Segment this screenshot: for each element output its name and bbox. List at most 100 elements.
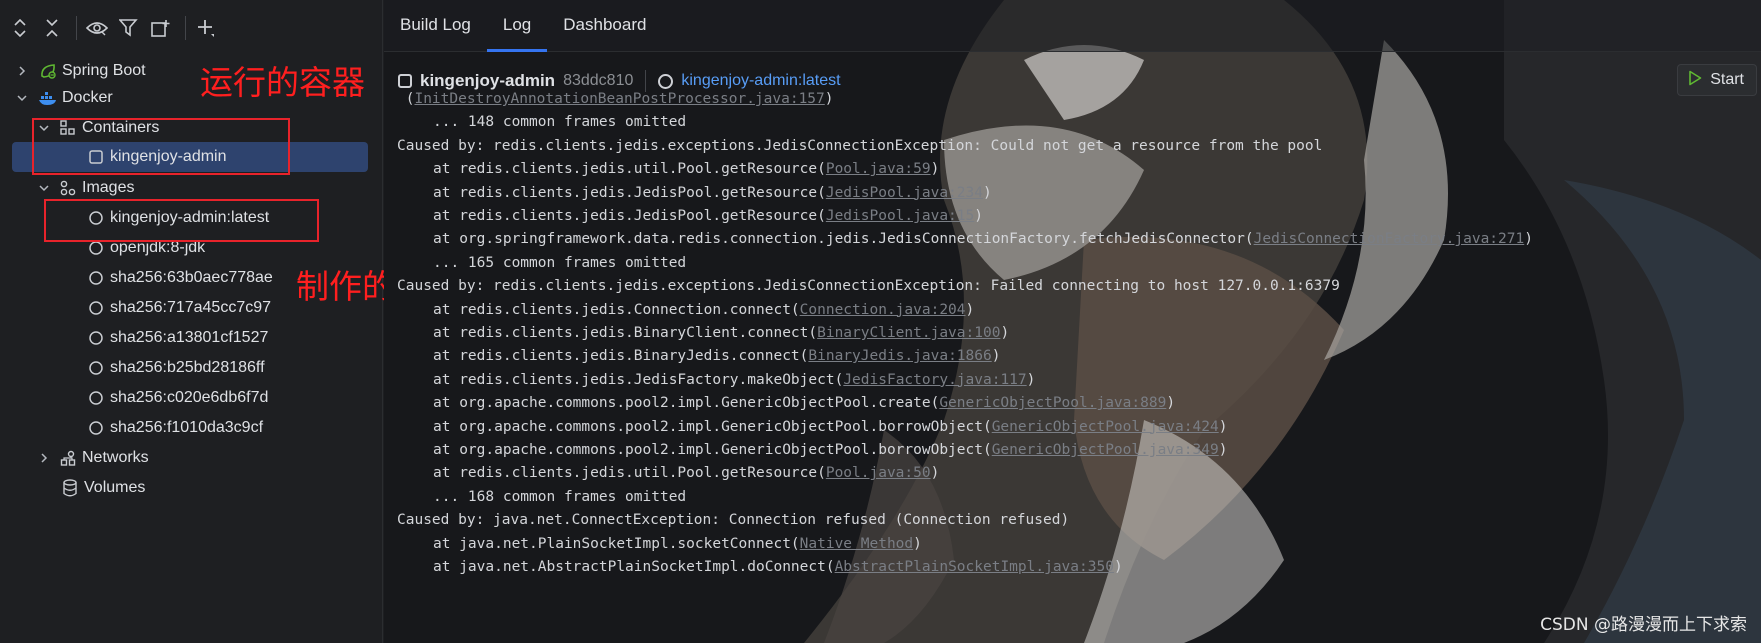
source-link[interactable]: AbstractPlainSocketImpl.java:350 bbox=[835, 559, 1114, 575]
log-panel: Build Log Log Dashboard kingenjoy-admin … bbox=[384, 0, 1761, 643]
volumes-icon bbox=[60, 478, 80, 498]
source-link[interactable]: InitDestroyAnnotationBeanPostProcessor.j… bbox=[414, 91, 824, 107]
tab-build-log[interactable]: Build Log bbox=[384, 0, 487, 51]
source-link[interactable]: BinaryClient.java:100 bbox=[817, 325, 1000, 341]
image-circle-icon bbox=[86, 328, 106, 348]
log-line: at java.net.PlainSocketImpl.socketConnec… bbox=[397, 533, 922, 555]
log-line-text: Caused by: redis.clients.jedis.exception… bbox=[397, 137, 1323, 154]
annotation-running-container: 运行的容器 bbox=[200, 63, 365, 102]
log-line: at java.net.AbstractPlainSocketImpl.doCo… bbox=[397, 556, 1123, 578]
log-line: ... 165 common frames omitted bbox=[397, 252, 686, 274]
log-line-text: Caused by: redis.clients.jedis.exception… bbox=[397, 278, 1340, 295]
eye-icon[interactable] bbox=[83, 14, 111, 42]
new-window-icon[interactable] bbox=[147, 14, 175, 42]
tree-item-volumes[interactable]: Volumes bbox=[34, 473, 368, 503]
chevron-right-icon[interactable] bbox=[12, 61, 32, 81]
log-line-text: at org.apache.commons.pool2.impl.Generic… bbox=[433, 418, 992, 435]
log-line-text: ) bbox=[930, 161, 940, 178]
source-link[interactable]: JedisConnectionFactory.java:271 bbox=[1254, 231, 1525, 247]
log-line-text: ... 148 common frames omitted bbox=[433, 114, 687, 131]
log-line-text: at redis.clients.jedis.JedisPool.getReso… bbox=[433, 208, 826, 224]
log-line-text: ... 168 common frames omitted bbox=[433, 488, 687, 505]
start-button[interactable]: Start bbox=[1677, 64, 1757, 96]
log-line: at redis.clients.jedis.BinaryJedis.conne… bbox=[397, 345, 1000, 367]
tree-item-label: sha256:f1010da3c9cf bbox=[110, 419, 264, 436]
log-line: at redis.clients.jedis.util.Pool.getReso… bbox=[397, 158, 939, 180]
source-link[interactable]: Pool.java:50 bbox=[826, 465, 931, 481]
image-circle-icon bbox=[86, 388, 106, 408]
annotation-box-containers bbox=[32, 118, 290, 175]
tree-item-image[interactable]: sha256:a13801cf1527 bbox=[12, 323, 368, 353]
source-link[interactable]: JedisPool.java:234 bbox=[826, 185, 983, 201]
tree-item-image[interactable]: sha256:c020e6db6f7d bbox=[12, 383, 368, 413]
log-line: Caused by: redis.clients.jedis.exception… bbox=[397, 275, 1340, 297]
tab-dashboard[interactable]: Dashboard bbox=[547, 0, 662, 51]
tree-item-image[interactable]: sha256:f1010da3c9cf bbox=[12, 413, 368, 443]
add-icon[interactable] bbox=[192, 14, 220, 42]
image-circle-icon bbox=[658, 73, 674, 89]
log-line-text: ) bbox=[1524, 231, 1533, 248]
container-square-icon bbox=[398, 74, 412, 88]
log-line-text: at redis.clients.jedis.util.Pool.getReso… bbox=[433, 161, 826, 178]
source-link[interactable]: Pool.java:59 bbox=[826, 161, 931, 177]
chevron-right-icon[interactable] bbox=[34, 448, 54, 468]
log-line: at redis.clients.jedis.Connection.connec… bbox=[397, 299, 974, 321]
tree-item-label: sha256:a13801cf1527 bbox=[110, 329, 269, 346]
tree-item-label: sha256:63b0aec778ae bbox=[110, 269, 273, 286]
collapse-all-icon[interactable] bbox=[38, 14, 66, 42]
chevron-down-icon[interactable] bbox=[12, 88, 32, 108]
log-line-text: ) bbox=[1026, 371, 1036, 388]
log-line: ... 148 common frames omitted bbox=[397, 111, 686, 133]
log-line-text: ) bbox=[930, 465, 940, 482]
source-link[interactable]: JedisPool.java:15 bbox=[826, 208, 974, 224]
log-line-text: at redis.clients.jedis.util.Pool.getReso… bbox=[433, 465, 826, 482]
docker-icon bbox=[38, 88, 58, 108]
tree-item-label: Images bbox=[82, 179, 135, 196]
log-line-text: ) bbox=[1166, 395, 1176, 412]
source-link[interactable]: Connection.java:204 bbox=[800, 302, 966, 318]
source-link[interactable]: GenericObjectPool.java:349 bbox=[992, 442, 1219, 458]
source-link[interactable]: JedisFactory.java:117 bbox=[843, 372, 1026, 388]
log-tabs: Build Log Log Dashboard bbox=[384, 0, 1761, 52]
source-link[interactable]: GenericObjectPool.java:889 bbox=[939, 395, 1166, 411]
log-line: at redis.clients.jedis.util.Pool.getReso… bbox=[397, 462, 939, 484]
log-line-text: ( bbox=[397, 91, 415, 107]
log-line-text: at org.apache.commons.pool2.impl.Generic… bbox=[433, 395, 940, 412]
filter-icon[interactable] bbox=[115, 14, 143, 42]
tree-item-label: sha256:c020e6db6f7d bbox=[110, 389, 269, 406]
image-circle-icon bbox=[86, 358, 106, 378]
tree-item-label: Volumes bbox=[84, 479, 146, 496]
log-line-text: ) bbox=[1000, 325, 1010, 341]
tree-item-label: Spring Boot bbox=[62, 62, 146, 79]
source-link[interactable]: GenericObjectPool.java:424 bbox=[992, 419, 1219, 435]
log-line-text: at java.net.AbstractPlainSocketImpl.doCo… bbox=[433, 559, 835, 575]
log-line-text: at java.net.PlainSocketImpl.socketConnec… bbox=[433, 535, 800, 552]
log-line: at redis.clients.jedis.JedisPool.getReso… bbox=[397, 205, 983, 227]
log-line: (InitDestroyAnnotationBeanPostProcessor.… bbox=[397, 88, 834, 110]
spring-boot-icon bbox=[38, 61, 58, 81]
tree-item-image[interactable]: sha256:b25bd28186ff bbox=[12, 353, 368, 383]
log-line: Caused by: redis.clients.jedis.exception… bbox=[397, 135, 1322, 157]
log-line-text: ) bbox=[1218, 418, 1228, 435]
source-link[interactable]: BinaryJedis.java:1866 bbox=[808, 348, 991, 364]
image-circle-icon bbox=[86, 268, 106, 288]
log-line-text: ) bbox=[991, 348, 1001, 365]
tree-item-networks[interactable]: Networks bbox=[34, 443, 368, 473]
tab-log[interactable]: Log bbox=[486, 0, 548, 52]
chevron-down-icon[interactable] bbox=[34, 178, 54, 198]
source-link[interactable]: Native Method bbox=[800, 536, 914, 552]
tree-item-label: Docker bbox=[62, 89, 113, 106]
log-line: at redis.clients.jedis.BinaryClient.conn… bbox=[397, 322, 1009, 344]
log-line: ... 168 common frames omitted bbox=[397, 486, 686, 508]
start-button-label: Start bbox=[1710, 71, 1744, 88]
toolbar-separator bbox=[76, 16, 77, 40]
log-line: at redis.clients.jedis.JedisPool.getReso… bbox=[397, 182, 992, 204]
log-line: at org.apache.commons.pool2.impl.Generic… bbox=[397, 416, 1227, 438]
log-line-text: ) bbox=[965, 301, 975, 318]
log-line: at org.springframework.data.redis.connec… bbox=[397, 228, 1533, 250]
log-line-text: at redis.clients.jedis.BinaryClient.conn… bbox=[433, 325, 818, 341]
log-line-text: at redis.clients.jedis.JedisFactory.make… bbox=[433, 371, 844, 388]
tree-item-label: Networks bbox=[82, 449, 149, 466]
log-line: Caused by: java.net.ConnectException: Co… bbox=[397, 509, 1069, 531]
expand-all-icon[interactable] bbox=[6, 14, 34, 42]
